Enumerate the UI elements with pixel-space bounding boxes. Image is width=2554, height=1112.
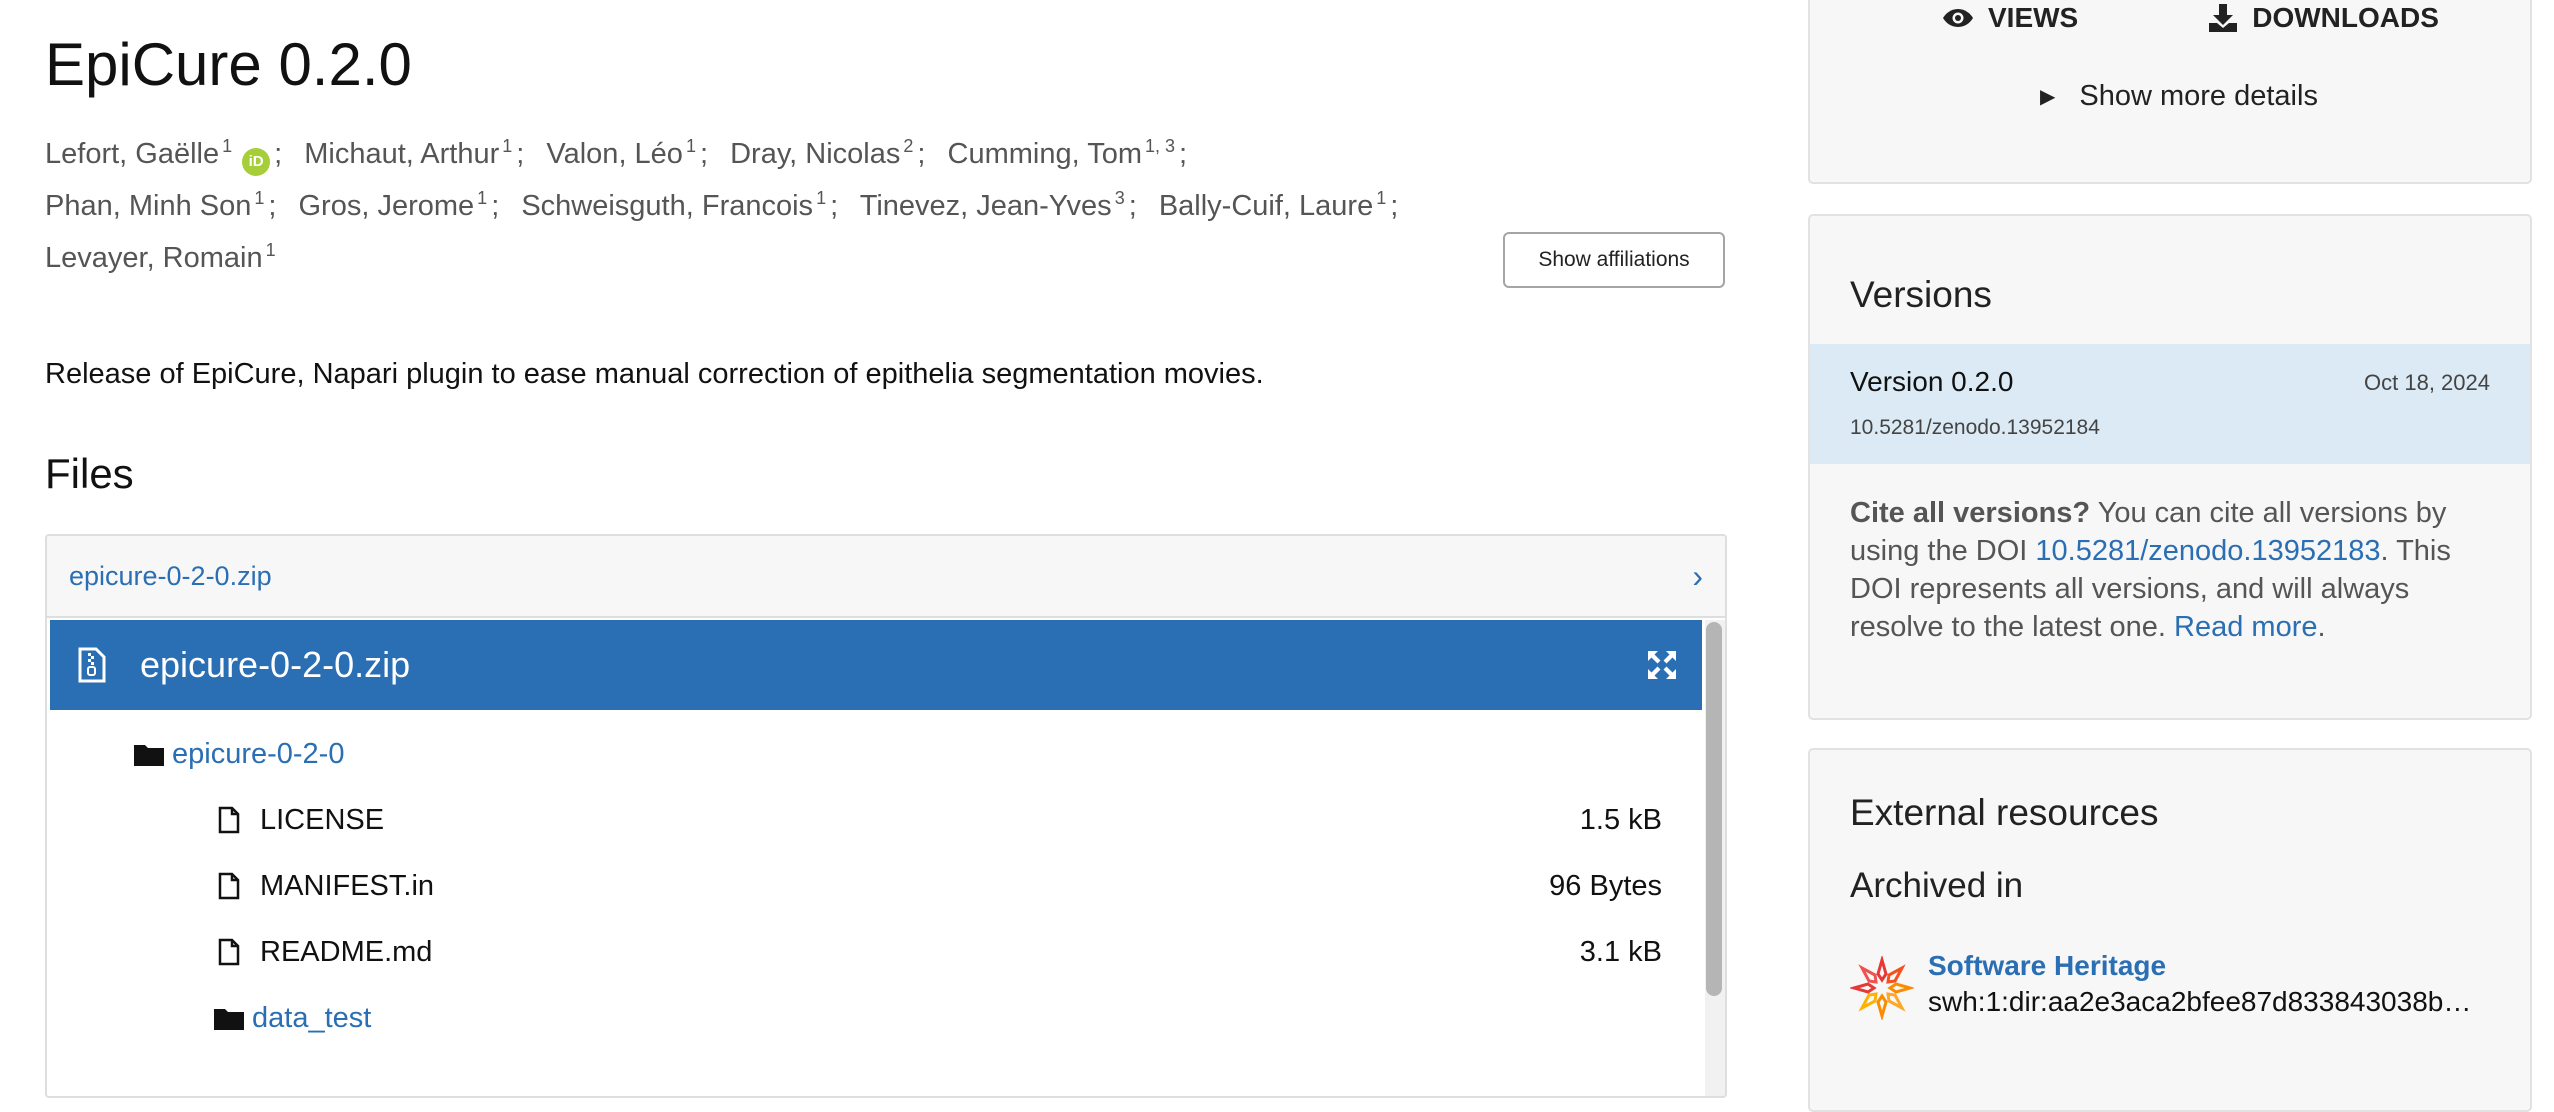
show-affiliations-button[interactable]: Show affiliations: [1503, 232, 1725, 288]
author-9[interactable]: Tinevez, Jean-Yves 3: [860, 189, 1125, 222]
concept-doi-link[interactable]: 10.5281/zenodo.13952183: [2035, 535, 2380, 567]
author-6[interactable]: Phan, Minh Son 1: [45, 189, 264, 222]
file-icon: [218, 806, 240, 834]
scrollbar-thumb[interactable]: [1706, 622, 1722, 996]
file-icon: [218, 872, 240, 900]
folder-icon: [134, 745, 164, 766]
downloads-stat: DOWNLOADS: [2208, 2, 2439, 34]
author-list: Lefort, Gaëlle 1iD; Michaut, Arthur 1; Val…: [45, 136, 1399, 274]
author-10[interactable]: Bally-Cuif, Laure 1: [1159, 189, 1386, 222]
orcid-icon[interactable]: iD: [242, 148, 271, 176]
software-heritage-logo-icon: [1850, 956, 1914, 1020]
read-more-link[interactable]: Read more: [2174, 611, 2317, 643]
author-11[interactable]: Levayer, Romain 1: [45, 241, 276, 274]
file-icon: [218, 938, 240, 966]
author-4[interactable]: Dray, Nicolas 2: [730, 137, 913, 170]
file-size: 1.5 kB: [1579, 803, 1662, 836]
download-icon: [2209, 4, 2238, 32]
file-name: MANIFEST.in: [260, 869, 435, 902]
page-title: EpiCure 0.2.0: [45, 31, 412, 98]
swh-identifier: swh:1:dir:aa2e3aca2bfee87d833843038b…: [1928, 986, 2472, 1017]
version-label[interactable]: Version 0.2.0: [1850, 366, 2013, 398]
zip-file-icon: [78, 647, 106, 683]
external-resources-heading: External resources: [1850, 792, 2159, 833]
file-name: README.md: [260, 935, 433, 968]
record-description: Release of EpiCure, Napari plugin to eas…: [45, 358, 1264, 390]
version-doi: 10.5281/zenodo.13952184: [1850, 416, 2100, 439]
author-7[interactable]: Gros, Jerome 1: [299, 189, 488, 222]
stats-panel: VIEWS DOWNLOADS ▶ Show more details: [1808, 0, 2532, 184]
caret-right-icon: ▶: [2040, 86, 2056, 108]
eye-icon: [1943, 9, 1973, 27]
tree-folder-row[interactable]: epicure-0-2-0: [134, 734, 344, 774]
folder-link[interactable]: epicure-0-2-0: [172, 738, 344, 771]
external-resources-panel: External resources Archived in Software …: [1808, 748, 2532, 1112]
file-name: LICENSE: [260, 803, 385, 836]
versions-panel: Versions Version 0.2.0 Oct 18, 2024 10.5…: [1808, 214, 2532, 720]
author-3[interactable]: Valon, Léo 1: [546, 137, 696, 170]
author-1[interactable]: Lefort, Gaëlle 1iD: [45, 137, 271, 176]
tree-folder-row[interactable]: data_test: [214, 998, 371, 1038]
archived-in-heading: Archived in: [1850, 866, 2024, 905]
file-preview: epicure-0-2-0.zip epicure-0-2-0 LICENSE …: [50, 620, 1702, 1096]
author-2[interactable]: Michaut, Arthur 1: [304, 137, 512, 170]
software-heritage-link[interactable]: Software Heritage: [1928, 950, 2166, 982]
file-size: 3.1 kB: [1579, 935, 1662, 968]
show-more-details[interactable]: ▶ Show more details: [2040, 80, 2318, 113]
tree-file-row: README.md 3.1 kB: [218, 932, 1702, 972]
author-5[interactable]: Cumming, Tom 1, 3: [948, 137, 1176, 170]
preview-title: epicure-0-2-0.zip: [140, 644, 411, 685]
cite-all-versions: Cite all versions? You can cite all vers…: [1850, 497, 2451, 643]
versions-heading: Versions: [1850, 274, 1992, 315]
file-accordion-header[interactable]: epicure-0-2-0.zip ›: [47, 536, 1725, 618]
files-heading: Files: [45, 450, 134, 497]
file-list-box: epicure-0-2-0.zip › epicure-0-2-0.zip ep…: [45, 534, 1727, 1098]
views-stat: VIEWS: [1942, 2, 2078, 34]
tree-file-row: MANIFEST.in 96 Bytes: [218, 866, 1702, 906]
fullscreen-icon[interactable]: [1646, 649, 1678, 681]
file-size: 96 Bytes: [1549, 869, 1662, 902]
folder-icon: [214, 1009, 244, 1030]
version-date: Oct 18, 2024: [2364, 370, 2490, 395]
archive-file-link[interactable]: epicure-0-2-0.zip: [69, 561, 272, 592]
tree-file-row: LICENSE 1.5 kB: [218, 800, 1702, 840]
version-item-active[interactable]: Version 0.2.0 Oct 18, 2024 10.5281/zenod…: [1810, 344, 2530, 464]
chevron-right-icon[interactable]: ›: [1692, 558, 1703, 595]
author-8[interactable]: Schweisguth, Francois 1: [521, 189, 826, 222]
folder-link[interactable]: data_test: [252, 1002, 371, 1035]
preview-title-bar: epicure-0-2-0.zip: [50, 620, 1702, 710]
